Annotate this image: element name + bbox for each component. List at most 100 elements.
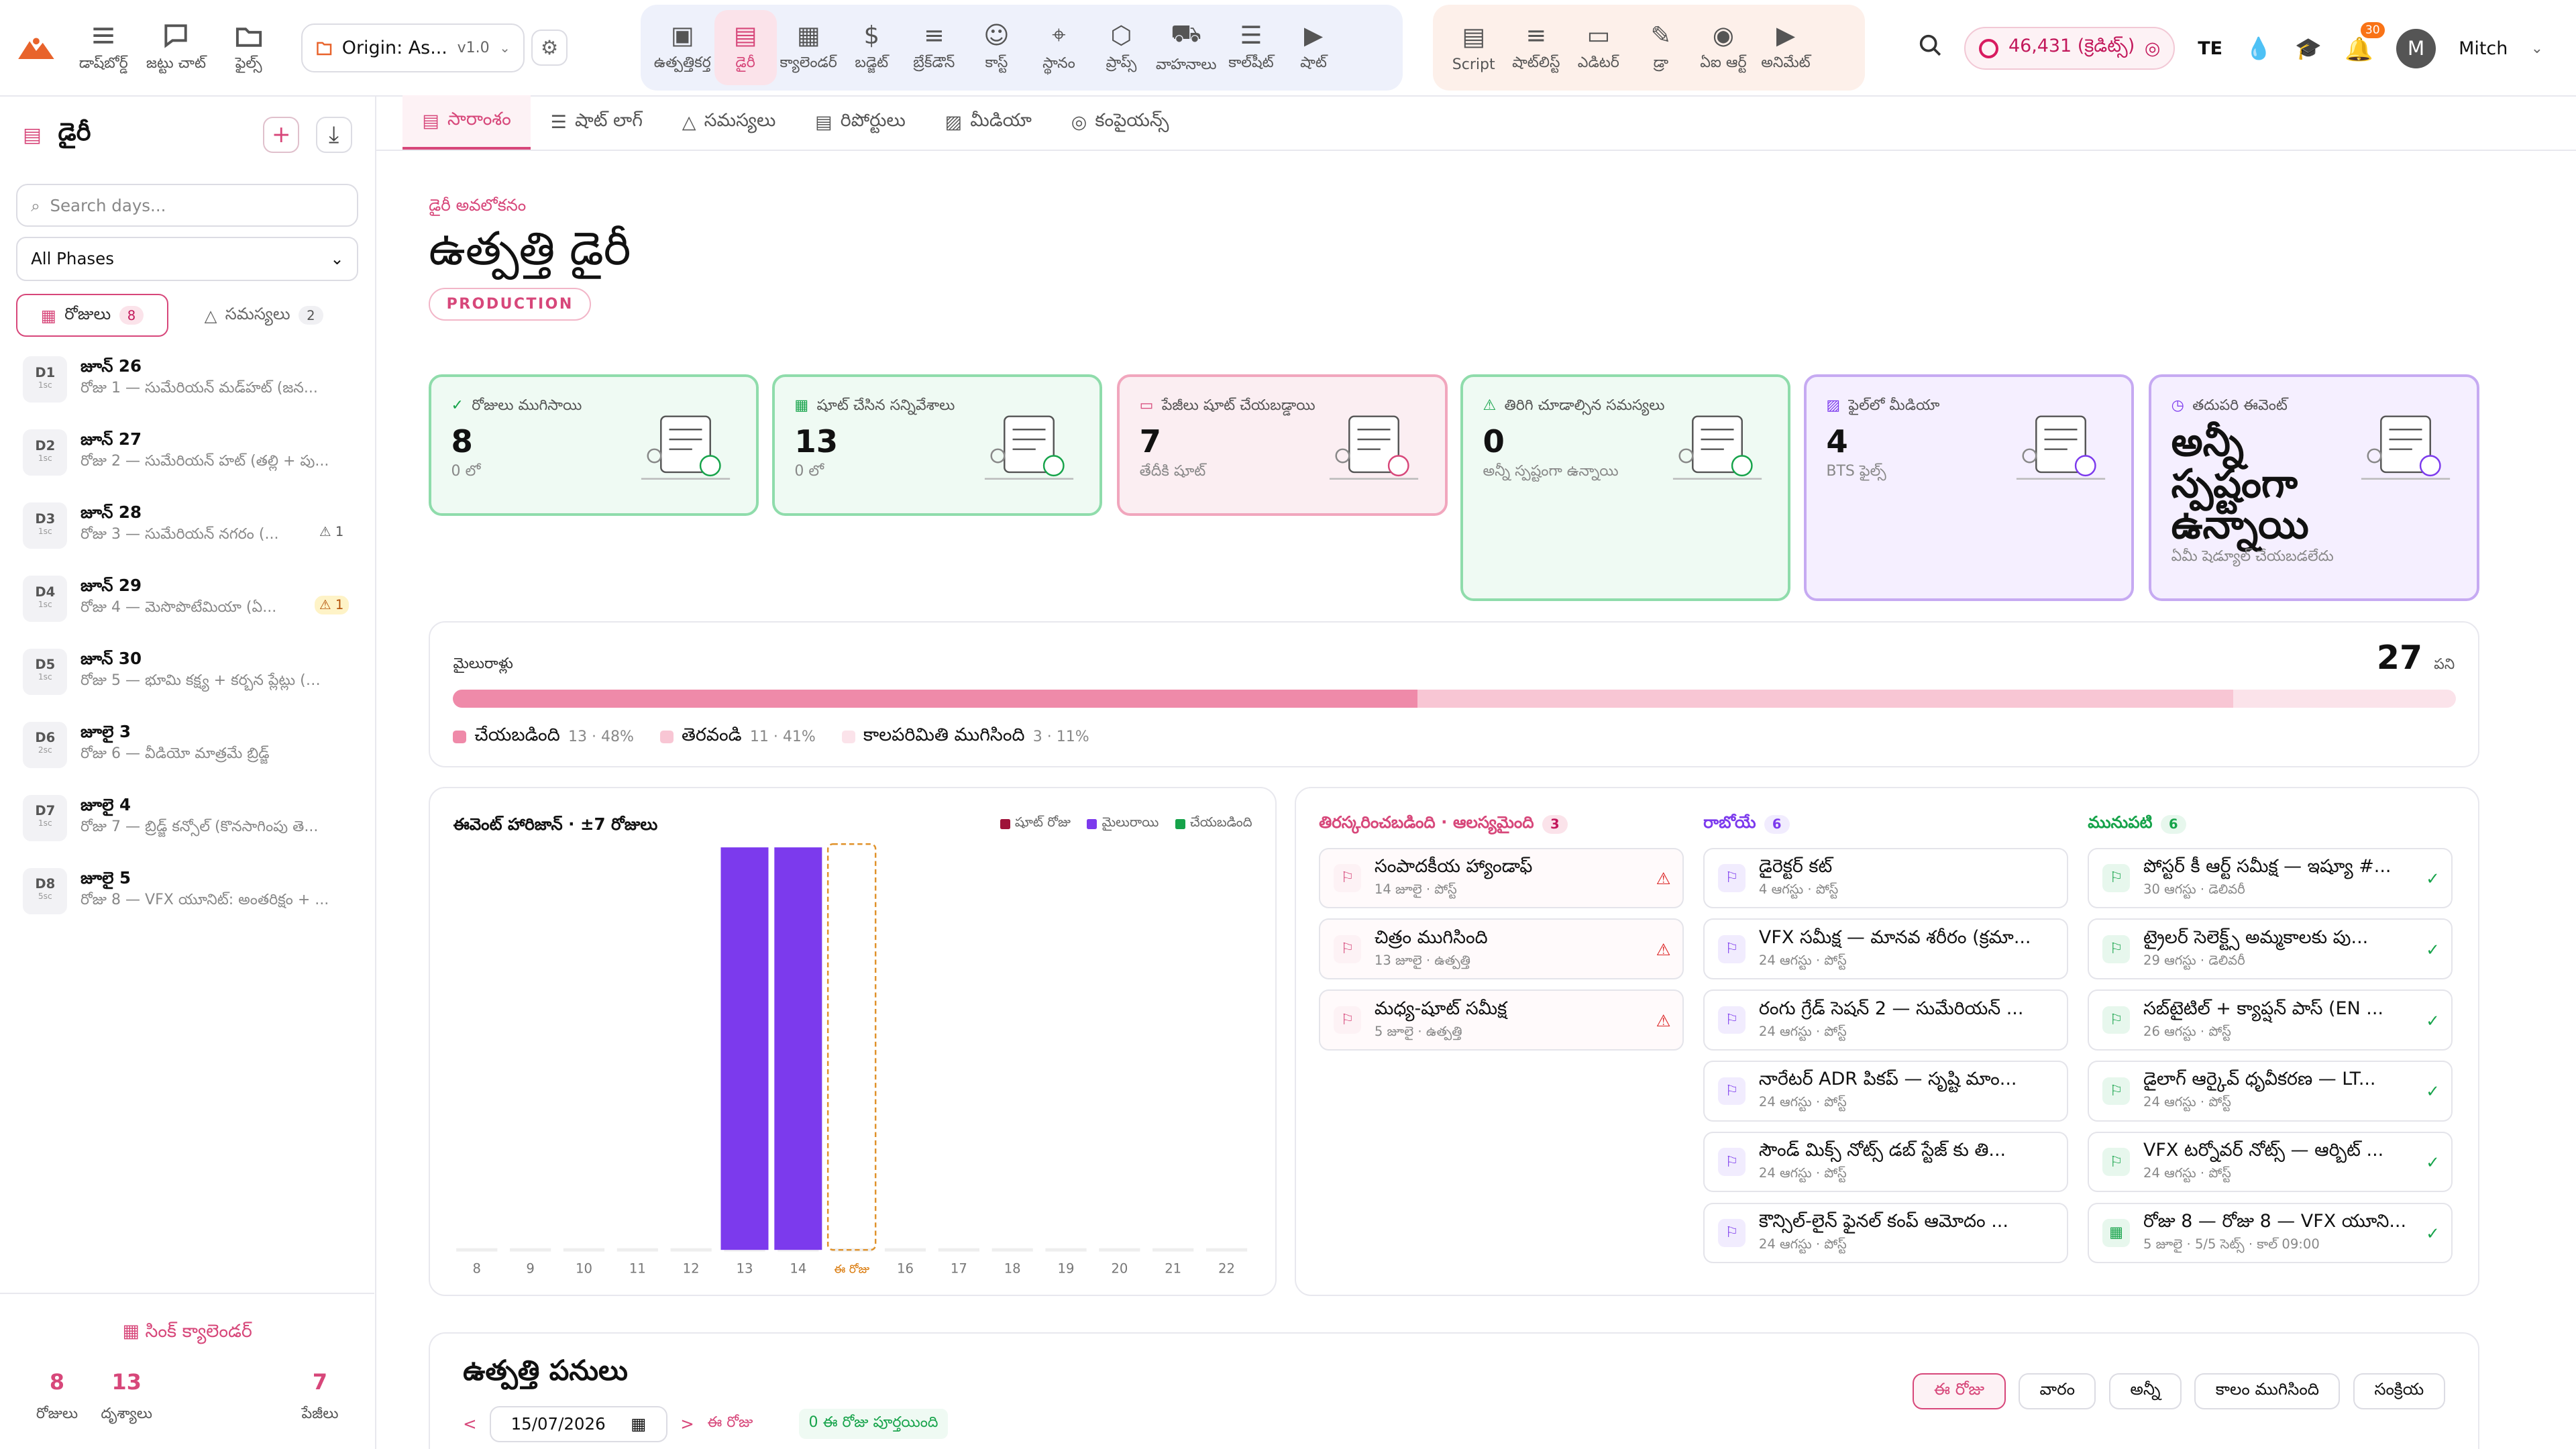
milestone-item[interactable]: ▦ రోజు 8 — రోజు 8 — VFX యూని... 5 జూలై · 5… [2088, 1202, 2453, 1264]
add-day-button[interactable]: + [263, 116, 300, 153]
phase-select[interactable]: All Phases ⌄ [16, 236, 359, 281]
tab-4[interactable]: ▨ మీడియా [925, 95, 1051, 150]
drop-icon[interactable]: 💧 [2245, 36, 2272, 61]
credits-badge[interactable]: 46,431 (క్రెడిట్స్) ◎ [1964, 27, 2175, 70]
x-tick-label: 9 [527, 1261, 535, 1277]
tool-callsheet[interactable]: ☰ కాల్‌షీట్ [1220, 10, 1282, 86]
day-item[interactable]: D7 1sc జూలై 4 రోజు 7 — బ్రిడ్జ్ కన్సోల్ (కొ… [0, 795, 375, 868]
tool-breakdown[interactable]: ≡ బ్రేక్‌డౌన్ [903, 10, 965, 86]
nav-files[interactable]: ఫైల్స్ [213, 10, 285, 86]
tool-producer[interactable]: ▣ ఉత్పత్తికర్త [651, 10, 714, 86]
search-icon: ⌕ [31, 195, 40, 215]
day-item[interactable]: D2 1sc జూన్ 27 రోజు 2 — సుమేరియన్ హట్ (తల్ల… [0, 429, 375, 502]
milestone-item[interactable]: ⚐ VFX సమీక్ష — మానవ శరీరం (క్రమా... 24 ఆగస… [1703, 918, 2068, 980]
avatar[interactable]: M [2396, 28, 2436, 68]
gear-icon: ⚙ [540, 36, 559, 60]
chart-bar[interactable] [774, 847, 822, 1250]
day-item[interactable]: D4 1sc జూన్ 29 రోజు 4 — మెసొపొటేమియా (ఏ... ⚠… [0, 576, 375, 649]
day-item[interactable]: D3 1sc జూన్ 28 రోజు 3 — సుమేరియన్ నగరం (...… [0, 502, 375, 576]
filter-0[interactable]: ఈ రోజు [1913, 1373, 2006, 1409]
tool-diary[interactable]: ▤ డైరీ [714, 9, 777, 86]
project-settings-button[interactable]: ⚙ [531, 30, 568, 66]
summary-card[interactable]: ✓ రోజులు ముగిసాయి 8 0 లో [429, 374, 759, 516]
milestone-item[interactable]: ⚐ మధ్య-షూట్ సమీక్ష 5 జూలై · ఉత్పత్తి ⚠ [1319, 989, 1684, 1051]
language-switch[interactable]: TE [2198, 38, 2222, 59]
tool-shot[interactable]: ▶ షాట్ [1282, 10, 1344, 86]
search-days-input[interactable]: ⌕ Search days... [16, 184, 359, 227]
tool-pencil[interactable]: ✎ డ్రా [1629, 10, 1692, 86]
credit-icon [1978, 38, 1999, 58]
summary-card[interactable]: ⚠ తిరిగి చూడాల్సిన సమస్యలు 0 అన్నీ స్పష్టంగ… [1460, 374, 1791, 602]
tool-shotlist[interactable]: ≡ షాట్‌లిస్ట్ [1505, 10, 1567, 86]
day-code: D8 5sc [23, 868, 68, 914]
sync-calendar-button[interactable]: ▦ సింక్ క్యాలెండర్ [0, 1321, 374, 1346]
milestone-item[interactable]: ⚐ చిత్రం ముగిసింది 13 జూలై · ఉత్పత్తి ⚠ [1319, 918, 1684, 980]
summary-card[interactable]: ▦ షూట్ చేసిన సన్నివేశాలు 13 0 లో [772, 374, 1103, 516]
today-link[interactable]: ఈ రోజు [707, 1414, 753, 1434]
search-icon[interactable] [1919, 34, 1941, 64]
milestone-item[interactable]: ⚐ VFX టర్నోవర్ నోట్స్ — ఆర్బిట్ ... 24 ఆగస… [2088, 1131, 2453, 1193]
notifications-button[interactable]: 🔔 30 [2345, 21, 2385, 64]
project-selector[interactable]: Origin: As... v1.0 ⌄ [301, 23, 525, 72]
milestone-item[interactable]: ⚐ డైలాగ్ ఆర్కైవ్ ధృవీకరణ — LT... 24 ఆగస్టు… [2088, 1061, 2453, 1122]
milestone-meta: 24 ఆగస్టు · పోస్ట్ [2143, 1094, 2231, 1110]
tool-label: అనిమేట్ [1761, 54, 1811, 72]
day-item[interactable]: D6 2sc జూలై 3 రోజు 6 — వీడియో మాత్రమే బ్రిడ… [0, 722, 375, 795]
summary-card[interactable]: ◷ తదుపరి ఈవెంట్ అన్నీ స్పష్టంగా ఉన్నాయి ఏమీ… [2149, 374, 2479, 602]
day-item[interactable]: D5 1sc జూన్ 30 రోజు 5 — భూమి కక్ష్య + కర్బన… [0, 649, 375, 722]
user-name[interactable]: Mitch [2459, 38, 2508, 59]
tab-issues[interactable]: △ సమస్యలు 2 [181, 294, 346, 337]
tool-editor[interactable]: ▭ ఎడిటర్ [1567, 10, 1629, 86]
day-item[interactable]: D1 1sc జూన్ 26 రోజు 1 — సుమేరియన్ మడ్‌హట్ (… [0, 356, 375, 429]
milestone-item[interactable]: ⚐ డైరెక్టర్ కట్ 4 ఆగస్టు · పోస్ట్ [1703, 847, 2068, 909]
filter-4[interactable]: సంక్రియ [2353, 1373, 2445, 1409]
tool-play[interactable]: ▶ అనిమేట్ [1754, 10, 1817, 86]
download-button[interactable]: ⤓ [315, 116, 352, 153]
milestone-item[interactable]: ⚐ కౌన్సిల్-లైన్ ఫైనల్ కంప్ ఆమోదం ... 24 ఆగ… [1703, 1202, 2068, 1264]
tab-2[interactable]: △ సమస్యలు [662, 95, 795, 150]
app-logo[interactable] [17, 36, 54, 60]
tool-script[interactable]: ▤ Script [1442, 10, 1505, 86]
milestone-item[interactable]: ⚐ రంగు గ్రేడ్ సెషన్ 2 — సుమేరియన్ ... 24 ఆ… [1703, 989, 2068, 1051]
day-item[interactable]: D8 5sc జూలై 5 రోజు 8 — VFX యూనిట్: అంతరిక్ష… [0, 868, 375, 941]
tab-icon: ☰ [550, 112, 567, 133]
date-input[interactable]: 15/07/2026 ▦ [490, 1405, 667, 1442]
chart-bar[interactable] [720, 847, 769, 1250]
milestone-item[interactable]: ⚐ సబ్‌టైటిల్ + క్యాప్షన్ పాస్ (EN ... 26 ఆ… [2088, 989, 2453, 1051]
tool-vehicle[interactable]: ⛟ వాహనాలు [1152, 10, 1220, 86]
milestone-item[interactable]: ⚐ నారేటర్ ADR పికప్ — సృష్టి మాం... 24 ఆగస… [1703, 1061, 2068, 1122]
filter-2[interactable]: అన్నీ [2108, 1373, 2182, 1409]
day-description: రోజు 2 — సుమేరియన్ హట్ (తల్లి + పు... [80, 453, 329, 470]
filter-3[interactable]: కాలం ముగిసింది [2194, 1373, 2341, 1409]
tool-location[interactable]: ⌖ స్థానం [1028, 10, 1090, 86]
tool-label: డ్రా [1653, 54, 1669, 72]
summary-card[interactable]: ▭ పేజీలు షూట్ చేయబడ్డాయి 7 తేదీకి షూట్ [1117, 374, 1448, 516]
tool-cast[interactable]: ☺ కాస్ట్ [965, 10, 1028, 86]
chevron-down-icon[interactable]: ⌄ [2531, 40, 2543, 57]
tool-props[interactable]: ⬡ ప్రాప్స్ [1090, 10, 1152, 86]
milestone-item[interactable]: ⚐ ట్రైలర్ సెలెక్ట్స్ అమ్మకాలకు పు... 29 ఆగ… [2088, 918, 2453, 980]
prev-day-button[interactable]: < [463, 1414, 477, 1434]
milestone-meta: 24 ఆగస్టు · పోస్ట్ [1758, 1165, 1847, 1181]
milestone-item[interactable]: ⚐ సంపాదకీయ హ్యాండాఫ్ 14 జూలై · పోస్ట్ ⚠ [1319, 847, 1684, 909]
day-code-label: D5 [35, 657, 56, 673]
x-tick-label: 22 [1218, 1261, 1235, 1277]
next-day-button[interactable]: > [680, 1414, 694, 1434]
tool-eye[interactable]: ◉ ఏఐ ఆర్ట్ [1692, 10, 1754, 86]
tab-1[interactable]: ☰ షాట్ లాగ్ [531, 95, 662, 150]
tool-calendar[interactable]: ▦ క్యాలెండర్ [777, 10, 841, 86]
tab-label: రిపోర్టులు [840, 109, 906, 131]
nav-team-chat[interactable]: జట్టు చాట్ [140, 10, 213, 86]
tab-5[interactable]: ◎ కంపైయన్స్ [1051, 95, 1188, 150]
tab-days[interactable]: ▦ రోజులు 8 [16, 294, 168, 337]
summary-card[interactable]: ▨ ఫైల్‌లో మీడియా 4 BTS ఫైల్స్ [1803, 374, 2135, 602]
milestone-item[interactable]: ⚐ పోస్టర్ కీ ఆర్ట్ సమీక్ష — ఇష్యూ #... 30 … [2088, 847, 2453, 909]
nav-dashboard[interactable]: డాష్‌బోర్డ్ [67, 10, 140, 86]
filter-1[interactable]: వారం [2019, 1373, 2096, 1409]
tab-icon: △ [682, 112, 696, 133]
tab-3[interactable]: ▤ రిపోర్టులు [796, 95, 925, 150]
graduation-cap-icon[interactable]: 🎓 [2295, 36, 2322, 61]
tool-budget[interactable]: $ బడ్జెట్ [841, 10, 903, 86]
milestone-item[interactable]: ⚐ సౌండ్ మిక్స్ నోట్స్ డబ్ స్టేజ్ కు తి...… [1703, 1131, 2068, 1193]
tab-0[interactable]: ▤ సారాంశం [402, 95, 531, 150]
